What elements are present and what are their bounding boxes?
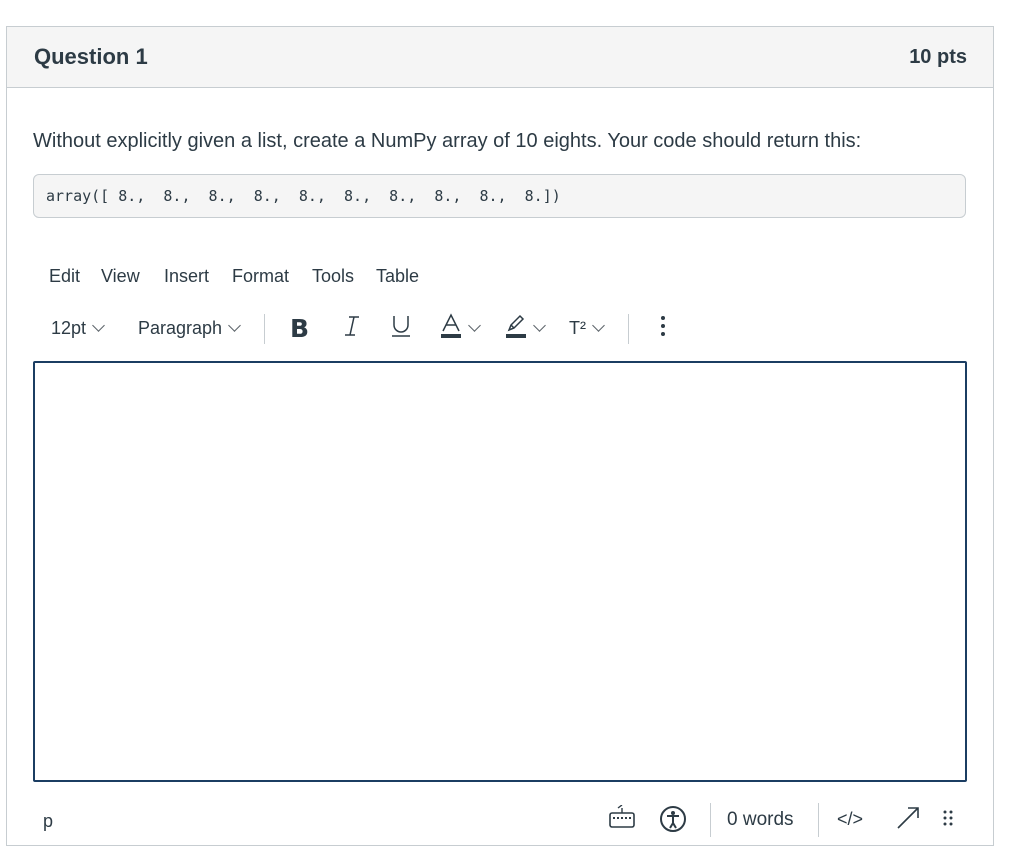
- status-divider: [818, 803, 819, 837]
- more-options-button[interactable]: [659, 310, 667, 346]
- editor-statusbar: p 0 words </>: [33, 803, 967, 843]
- question-header: Question 1 10 pts: [7, 27, 993, 88]
- fullscreen-icon: [895, 807, 921, 835]
- word-count[interactable]: 0 words: [727, 809, 794, 831]
- font-size-select[interactable]: 12pt: [51, 310, 105, 346]
- toolbar-divider: [628, 314, 629, 344]
- chevron-down-icon: [228, 318, 241, 332]
- block-format-select[interactable]: Paragraph: [138, 310, 241, 346]
- html-editor-button[interactable]: </>: [837, 809, 863, 830]
- bold-icon: B: [290, 313, 310, 343]
- text-color-icon: [440, 312, 462, 344]
- block-format-value: Paragraph: [138, 317, 223, 338]
- question-points: 10 pts: [909, 46, 967, 68]
- highlight-color-button[interactable]: [505, 310, 546, 346]
- chevron-down-icon: [92, 318, 105, 332]
- chevron-down-icon: [533, 318, 546, 332]
- accessibility-checker-button[interactable]: [659, 805, 687, 838]
- italic-icon: [343, 315, 361, 342]
- underline-button[interactable]: [391, 310, 411, 346]
- resize-handle-icon: [942, 810, 954, 833]
- bold-button[interactable]: B: [290, 310, 309, 346]
- menu-view[interactable]: View: [101, 266, 140, 287]
- superscript-icon: T²: [569, 317, 586, 338]
- underline-icon: [391, 314, 411, 343]
- element-path[interactable]: p: [43, 811, 53, 832]
- menu-format[interactable]: Format: [232, 266, 289, 287]
- rich-text-editor[interactable]: [33, 361, 967, 782]
- superscript-button[interactable]: T²: [569, 310, 605, 346]
- question-text: Without explicitly given a list, create …: [33, 130, 862, 152]
- more-options-icon: [659, 314, 667, 343]
- question-title: Question 1: [34, 44, 148, 69]
- keyboard-icon: [608, 804, 636, 833]
- highlight-icon: [505, 313, 527, 344]
- editor-toolbar: 12pt Paragraph B T²: [42, 310, 742, 346]
- menu-table[interactable]: Table: [376, 266, 419, 287]
- code-block: array([ 8., 8., 8., 8., 8., 8., 8., 8., …: [33, 174, 966, 218]
- chevron-down-icon: [592, 318, 605, 332]
- menu-edit[interactable]: Edit: [49, 266, 80, 287]
- status-divider: [710, 803, 711, 837]
- code-output: array([ 8., 8., 8., 8., 8., 8., 8., 8., …: [46, 187, 561, 205]
- resize-handle[interactable]: [942, 809, 954, 834]
- text-color-button[interactable]: [440, 310, 481, 346]
- fullscreen-button[interactable]: [895, 805, 921, 836]
- italic-button[interactable]: [343, 310, 361, 346]
- keyboard-shortcuts-button[interactable]: [608, 804, 636, 834]
- chevron-down-icon: [468, 318, 481, 332]
- menu-insert[interactable]: Insert: [164, 266, 209, 287]
- html-editor-icon: </>: [837, 809, 864, 829]
- toolbar-divider: [264, 314, 265, 344]
- font-size-value: 12pt: [51, 317, 87, 338]
- menu-tools[interactable]: Tools: [312, 266, 354, 287]
